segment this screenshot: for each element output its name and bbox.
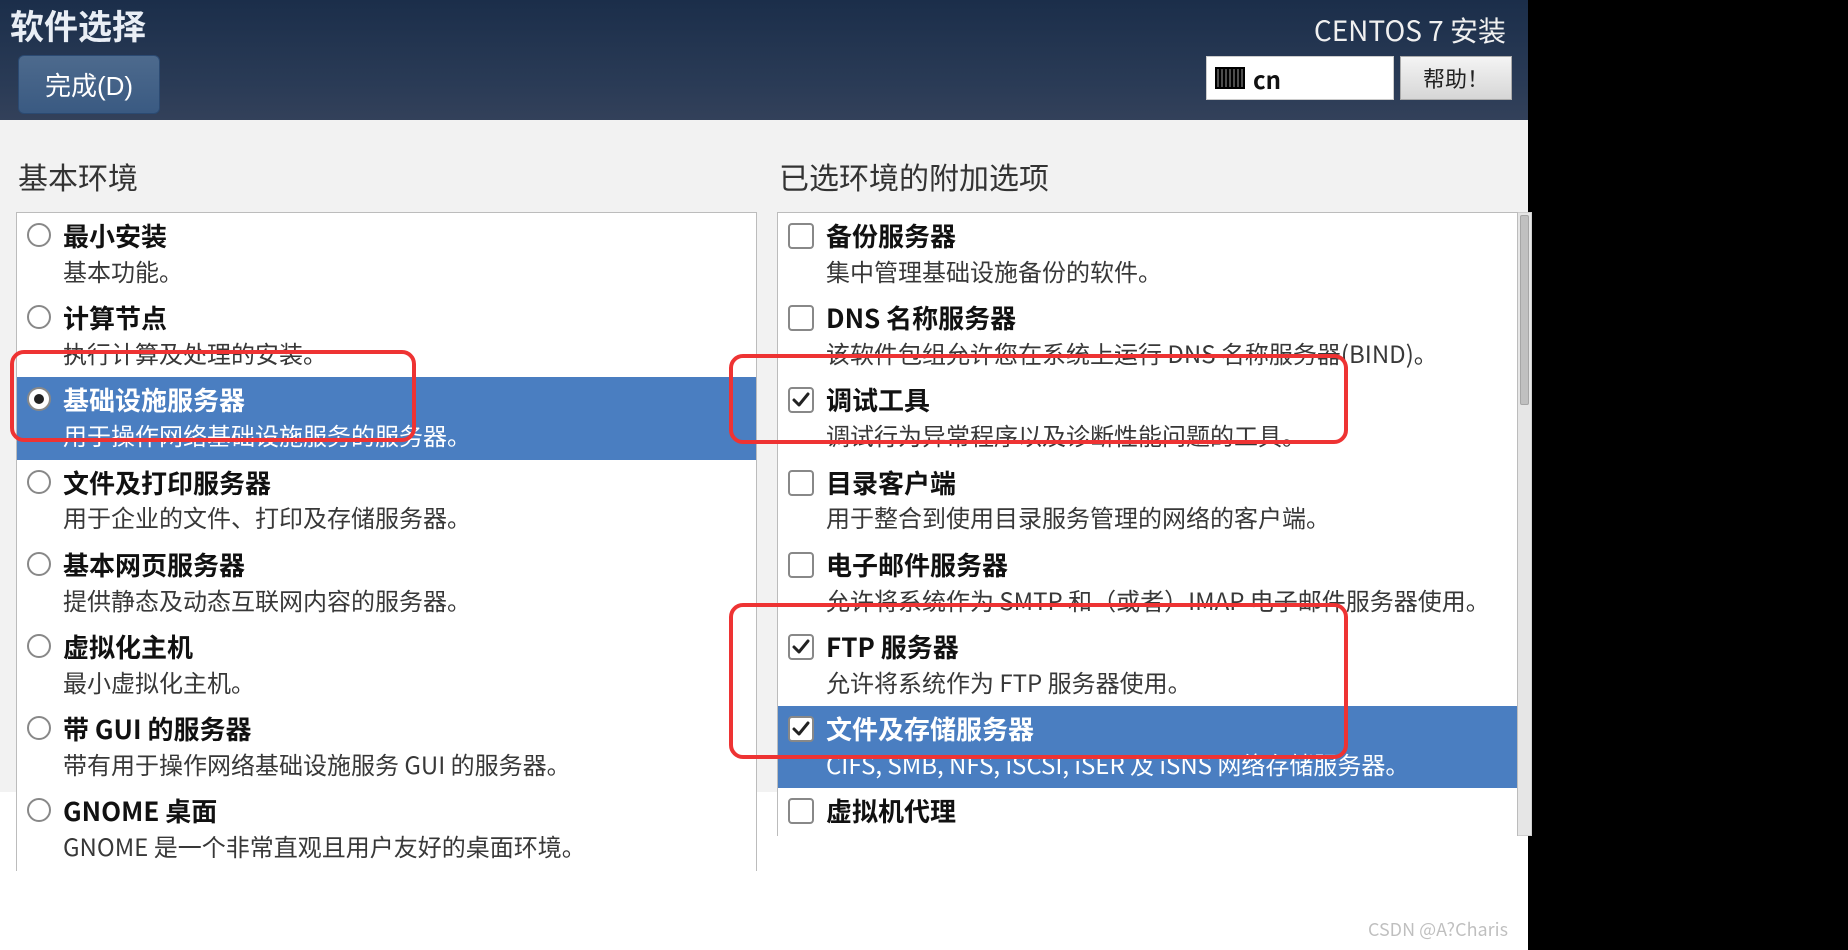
option-text: 基本网页服务器提供静态及动态互联网内容的服务器。 (63, 548, 746, 616)
option-text: 调试工具调试行为异常程序以及诊断性能问题的工具。 (826, 383, 1507, 451)
checkbox-icon (788, 552, 814, 578)
radio-icon (27, 387, 51, 411)
option-text: GNOME 桌面GNOME 是一个非常直观且用户友好的桌面环境。 (63, 794, 746, 862)
radio-icon (27, 470, 51, 494)
option-text: 最小安装基本功能。 (63, 219, 746, 287)
checkbox-icon (788, 305, 814, 331)
option-title: 基本网页服务器 (63, 548, 746, 582)
option-title: 计算节点 (63, 301, 746, 335)
option-desc: 带有用于操作网络基础设施服务 GUI 的服务器。 (63, 748, 746, 780)
black-border-right (1528, 0, 1848, 950)
option-desc: 基本功能。 (63, 255, 746, 287)
checkbox-icon (788, 387, 814, 413)
env-option[interactable]: 虚拟化主机最小虚拟化主机。 (17, 624, 756, 706)
option-text: 目录客户端用于整合到使用目录服务管理的网络的客户端。 (826, 466, 1507, 534)
addon-option[interactable]: 电子邮件服务器允许将系统作为 SMTP 和（或者）IMAP 电子邮件服务器使用。 (778, 542, 1517, 624)
option-title: 文件及存储服务器 (826, 712, 1507, 746)
option-desc: 最小虚拟化主机。 (63, 666, 746, 698)
env-option[interactable]: 最小安装基本功能。 (17, 213, 756, 295)
base-environment-heading: 基本环境 (18, 154, 757, 198)
addons-list: 备份服务器集中管理基础设施备份的软件。 DNS 名称服务器该软件包组允许您在系统上… (777, 212, 1518, 836)
addon-option[interactable]: DNS 名称服务器该软件包组允许您在系统上运行 DNS 名称服务器(BIND)。 (778, 295, 1517, 377)
option-title: 基础设施服务器 (63, 383, 746, 417)
option-desc: 用于整合到使用目录服务管理的网络的客户端。 (826, 501, 1507, 533)
option-title: 带 GUI 的服务器 (63, 712, 746, 746)
env-option[interactable]: 文件及打印服务器用于企业的文件、打印及存储服务器。 (17, 460, 756, 542)
env-option[interactable]: 基本网页服务器提供静态及动态互联网内容的服务器。 (17, 542, 756, 624)
help-button[interactable]: 帮助！ (1400, 56, 1512, 100)
option-title: 调试工具 (826, 383, 1507, 417)
addons-column: 已选环境的附加选项 备份服务器集中管理基础设施备份的软件。 DNS 名称服务器该软… (777, 154, 1518, 792)
option-desc: 执行计算及处理的安装。 (63, 337, 746, 369)
option-desc: 提供静态及动态互联网内容的服务器。 (63, 584, 746, 616)
option-desc: 允许将系统作为 SMTP 和（或者）IMAP 电子邮件服务器使用。 (826, 584, 1507, 616)
option-text: 文件及打印服务器用于企业的文件、打印及存储服务器。 (63, 466, 746, 534)
addon-option[interactable]: 目录客户端用于整合到使用目录服务管理的网络的客户端。 (778, 460, 1517, 542)
option-text: 备份服务器集中管理基础设施备份的软件。 (826, 219, 1507, 287)
option-text: 虚拟机代理 (826, 794, 1507, 828)
page-title: 软件选择 (10, 0, 146, 49)
content-area: 基本环境 最小安装基本功能。计算节点执行计算及处理的安装。基础设施服务器用于操作… (0, 120, 1528, 792)
radio-icon (27, 716, 51, 740)
option-title: 目录客户端 (826, 466, 1507, 500)
env-option[interactable]: GNOME 桌面GNOME 是一个非常直观且用户友好的桌面环境。 (17, 788, 756, 870)
option-title: 电子邮件服务器 (826, 548, 1507, 582)
option-text: 文件及存储服务器CIFS, SMB, NFS, iSCSI, iSER 及 iS… (826, 712, 1507, 780)
option-title: 虚拟机代理 (826, 794, 1507, 828)
env-option[interactable]: 带 GUI 的服务器带有用于操作网络基础设施服务 GUI 的服务器。 (17, 706, 756, 788)
option-desc: CIFS, SMB, NFS, iSCSI, iSER 及 iSNS 网络存储服… (826, 748, 1507, 780)
option-desc: GNOME 是一个非常直观且用户友好的桌面环境。 (63, 830, 746, 862)
option-desc: 允许将系统作为 FTP 服务器使用。 (826, 666, 1507, 698)
checkbox-icon (788, 798, 814, 824)
option-text: 计算节点执行计算及处理的安装。 (63, 301, 746, 369)
radio-icon (27, 223, 51, 247)
option-title: GNOME 桌面 (63, 794, 746, 828)
option-desc: 调试行为异常程序以及诊断性能问题的工具。 (826, 419, 1507, 451)
option-title: DNS 名称服务器 (826, 301, 1507, 335)
option-title: FTP 服务器 (826, 630, 1507, 664)
option-text: FTP 服务器允许将系统作为 FTP 服务器使用。 (826, 630, 1507, 698)
option-text: 基础设施服务器用于操作网络基础设施服务的服务器。 (63, 383, 746, 451)
env-option[interactable]: 计算节点执行计算及处理的安装。 (17, 295, 756, 377)
option-desc: 用于操作网络基础设施服务的服务器。 (63, 419, 746, 451)
checkbox-icon (788, 634, 814, 660)
option-desc: 集中管理基础设施备份的软件。 (826, 255, 1507, 287)
addon-option[interactable]: 虚拟机代理 (778, 788, 1517, 836)
checkbox-icon (788, 223, 814, 249)
radio-icon (27, 634, 51, 658)
option-desc: 该软件包组允许您在系统上运行 DNS 名称服务器(BIND)。 (826, 337, 1507, 369)
base-environment-list: 最小安装基本功能。计算节点执行计算及处理的安装。基础设施服务器用于操作网络基础设… (16, 212, 757, 871)
option-desc: 用于企业的文件、打印及存储服务器。 (63, 501, 746, 533)
installer-label: CENTOS 7 安装 (1314, 10, 1506, 50)
addons-heading: 已选环境的附加选项 (779, 154, 1518, 198)
installer-window: 软件选择 完成(D) CENTOS 7 安装 cn 帮助！ 基本环境 最小安装基… (0, 0, 1528, 792)
scrollbar-thumb[interactable] (1520, 215, 1529, 405)
addon-option[interactable]: FTP 服务器允许将系统作为 FTP 服务器使用。 (778, 624, 1517, 706)
checkbox-icon (788, 716, 814, 742)
keyboard-layout-indicator[interactable]: cn (1206, 56, 1394, 100)
addon-option[interactable]: 调试工具调试行为异常程序以及诊断性能问题的工具。 (778, 377, 1517, 459)
option-title: 虚拟化主机 (63, 630, 746, 664)
base-environment-column: 基本环境 最小安装基本功能。计算节点执行计算及处理的安装。基础设施服务器用于操作… (16, 154, 757, 792)
addon-option[interactable]: 文件及存储服务器CIFS, SMB, NFS, iSCSI, iSER 及 iS… (778, 706, 1517, 788)
watermark: CSDN @A?Charis (1368, 916, 1508, 942)
radio-icon (27, 798, 51, 822)
checkbox-icon (788, 470, 814, 496)
topbar: 软件选择 完成(D) CENTOS 7 安装 cn 帮助！ (0, 0, 1528, 120)
addon-option[interactable]: 备份服务器集中管理基础设施备份的软件。 (778, 213, 1517, 295)
radio-icon (27, 305, 51, 329)
addons-scrollbar[interactable] (1518, 212, 1532, 836)
radio-icon (27, 552, 51, 576)
option-text: 带 GUI 的服务器带有用于操作网络基础设施服务 GUI 的服务器。 (63, 712, 746, 780)
option-text: DNS 名称服务器该软件包组允许您在系统上运行 DNS 名称服务器(BIND)。 (826, 301, 1507, 369)
keyboard-layout-text: cn (1253, 61, 1281, 96)
env-option[interactable]: 基础设施服务器用于操作网络基础设施服务的服务器。 (17, 377, 756, 459)
option-title: 文件及打印服务器 (63, 466, 746, 500)
option-text: 电子邮件服务器允许将系统作为 SMTP 和（或者）IMAP 电子邮件服务器使用。 (826, 548, 1507, 616)
keyboard-icon (1215, 67, 1245, 89)
option-title: 最小安装 (63, 219, 746, 253)
option-title: 备份服务器 (826, 219, 1507, 253)
done-button[interactable]: 完成(D) (18, 55, 160, 114)
option-text: 虚拟化主机最小虚拟化主机。 (63, 630, 746, 698)
